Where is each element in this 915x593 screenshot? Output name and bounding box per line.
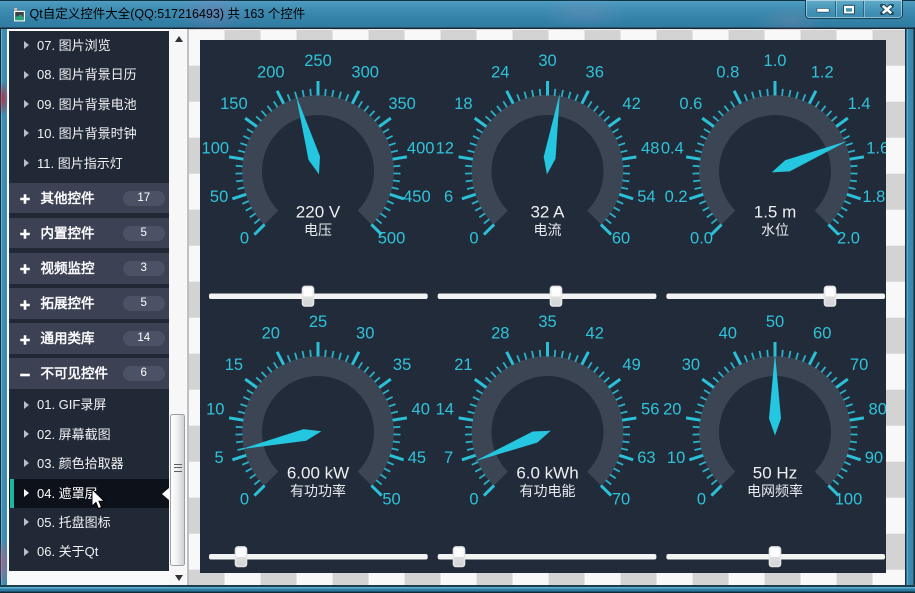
svg-text:0.0: 0.0 bbox=[690, 230, 713, 248]
svg-text:90: 90 bbox=[865, 449, 883, 467]
svg-text:200: 200 bbox=[257, 63, 285, 81]
svg-text:10: 10 bbox=[206, 401, 224, 419]
svg-text:0: 0 bbox=[469, 491, 478, 509]
svg-text:7: 7 bbox=[444, 449, 453, 467]
svg-text:60: 60 bbox=[612, 230, 630, 248]
svg-text:有功功率: 有功功率 bbox=[290, 483, 346, 499]
svg-text:400: 400 bbox=[407, 140, 435, 158]
svg-text:1.4: 1.4 bbox=[848, 95, 871, 113]
svg-text:100: 100 bbox=[835, 491, 863, 509]
svg-text:0: 0 bbox=[469, 230, 478, 248]
svg-text:70: 70 bbox=[612, 491, 630, 509]
svg-text:49: 49 bbox=[622, 356, 640, 374]
svg-text:220 V: 220 V bbox=[296, 203, 341, 222]
svg-text:0.4: 0.4 bbox=[661, 140, 684, 158]
svg-text:18: 18 bbox=[454, 95, 472, 113]
svg-text:12: 12 bbox=[436, 140, 454, 158]
svg-text:0: 0 bbox=[697, 491, 706, 509]
svg-text:35: 35 bbox=[393, 356, 411, 374]
svg-text:36: 36 bbox=[586, 63, 604, 81]
svg-text:42: 42 bbox=[586, 324, 604, 342]
svg-text:500: 500 bbox=[378, 230, 406, 248]
svg-text:30: 30 bbox=[682, 356, 700, 374]
svg-text:32 A: 32 A bbox=[530, 203, 565, 222]
svg-text:15: 15 bbox=[225, 356, 243, 374]
svg-text:0: 0 bbox=[240, 230, 249, 248]
svg-text:42: 42 bbox=[622, 95, 640, 113]
svg-text:28: 28 bbox=[491, 324, 509, 342]
svg-text:1.8: 1.8 bbox=[862, 188, 885, 206]
svg-text:14: 14 bbox=[436, 401, 454, 419]
svg-text:20: 20 bbox=[262, 324, 280, 342]
svg-text:100: 100 bbox=[202, 140, 230, 158]
svg-text:60: 60 bbox=[813, 324, 831, 342]
svg-text:1.2: 1.2 bbox=[811, 63, 834, 81]
svg-text:35: 35 bbox=[538, 313, 556, 331]
svg-text:150: 150 bbox=[220, 95, 248, 113]
svg-text:水位: 水位 bbox=[761, 222, 789, 238]
svg-text:50: 50 bbox=[766, 313, 784, 331]
svg-text:6.0 kWh: 6.0 kWh bbox=[516, 464, 578, 483]
svg-text:有功电能: 有功电能 bbox=[520, 483, 576, 499]
svg-text:1.5 m: 1.5 m bbox=[754, 203, 797, 222]
svg-text:电网频率: 电网频率 bbox=[747, 483, 803, 499]
svg-text:2.0: 2.0 bbox=[837, 230, 860, 248]
svg-text:450: 450 bbox=[403, 188, 431, 206]
svg-text:电流: 电流 bbox=[534, 222, 562, 238]
svg-text:63: 63 bbox=[637, 449, 655, 467]
svg-text:6: 6 bbox=[444, 188, 453, 206]
svg-text:10: 10 bbox=[667, 449, 685, 467]
svg-text:40: 40 bbox=[412, 401, 430, 419]
svg-text:25: 25 bbox=[309, 313, 327, 331]
svg-text:300: 300 bbox=[351, 63, 379, 81]
svg-text:50: 50 bbox=[210, 188, 228, 206]
svg-text:6.00 kW: 6.00 kW bbox=[287, 464, 349, 483]
svg-text:30: 30 bbox=[538, 52, 556, 70]
svg-text:1.0: 1.0 bbox=[764, 52, 787, 70]
svg-text:0.8: 0.8 bbox=[716, 63, 739, 81]
svg-text:45: 45 bbox=[408, 449, 426, 467]
svg-text:50: 50 bbox=[382, 491, 400, 509]
svg-text:1.6: 1.6 bbox=[866, 140, 886, 158]
svg-text:20: 20 bbox=[663, 401, 681, 419]
svg-text:48: 48 bbox=[641, 140, 659, 158]
svg-text:0: 0 bbox=[240, 491, 249, 509]
svg-text:50 Hz: 50 Hz bbox=[753, 464, 797, 483]
svg-text:350: 350 bbox=[388, 95, 416, 113]
svg-text:56: 56 bbox=[641, 401, 659, 419]
svg-text:电压: 电压 bbox=[304, 222, 332, 238]
svg-text:54: 54 bbox=[637, 188, 655, 206]
svg-text:250: 250 bbox=[304, 52, 332, 70]
svg-text:70: 70 bbox=[850, 356, 868, 374]
svg-text:24: 24 bbox=[491, 63, 509, 81]
svg-text:5: 5 bbox=[215, 449, 224, 467]
svg-text:30: 30 bbox=[356, 324, 374, 342]
svg-text:40: 40 bbox=[719, 324, 737, 342]
svg-text:21: 21 bbox=[454, 356, 472, 374]
svg-text:0.2: 0.2 bbox=[665, 188, 688, 206]
svg-text:0.6: 0.6 bbox=[679, 95, 702, 113]
svg-text:80: 80 bbox=[869, 401, 886, 419]
